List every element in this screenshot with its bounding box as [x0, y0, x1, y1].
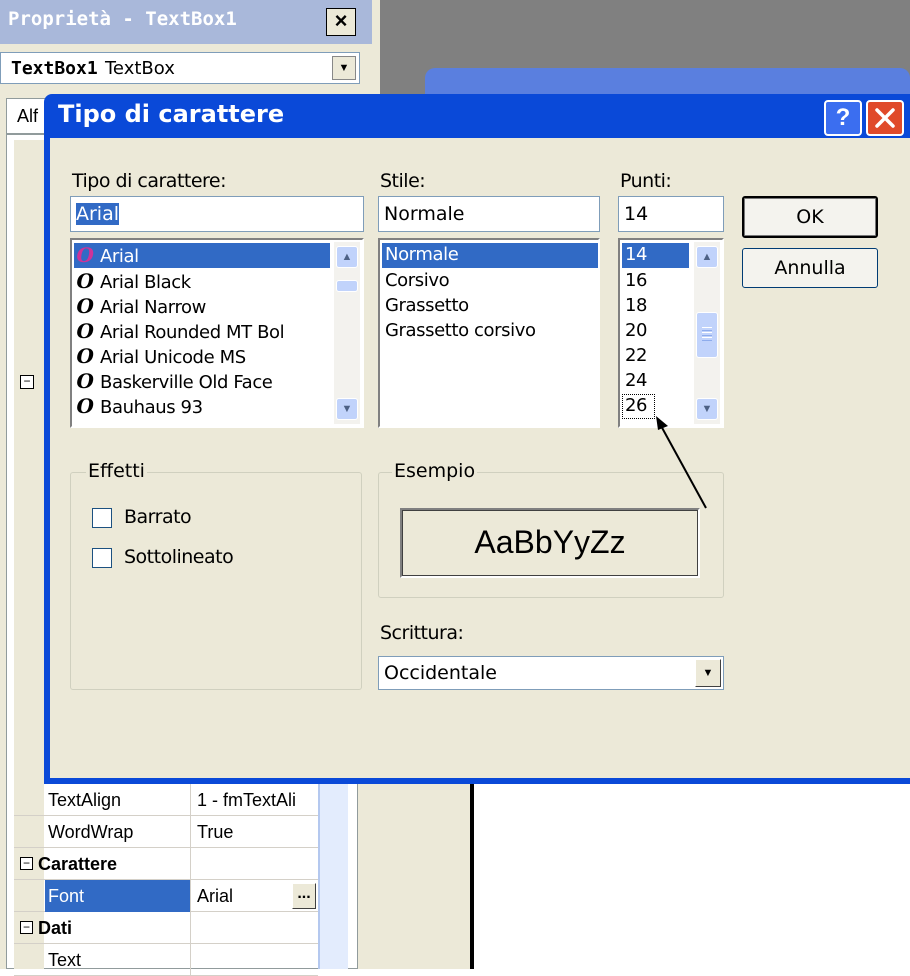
list-item[interactable]: Grassetto corsivo — [382, 319, 536, 344]
ok-button[interactable]: OK — [742, 196, 878, 238]
property-name: WordWrap — [48, 822, 134, 842]
script-select[interactable]: Occidentale ▼ — [378, 656, 724, 690]
effects-group — [70, 472, 362, 690]
category-row-dati[interactable]: − Dati — [14, 912, 318, 944]
close-icon — [875, 108, 895, 128]
properties-title: Proprietà - TextBox1 — [0, 0, 372, 44]
help-button[interactable]: ? — [824, 100, 862, 136]
size-label: Punti: — [620, 170, 672, 192]
list-item[interactable]: O Arial Black — [74, 269, 191, 294]
underline-label[interactable]: Sottolineato — [124, 546, 234, 568]
opentype-font-icon: O — [76, 269, 94, 293]
opentype-font-icon: O — [76, 294, 94, 318]
collapse-icon[interactable]: − — [20, 921, 33, 934]
list-item[interactable]: O Arial Narrow — [74, 294, 206, 319]
property-value[interactable] — [190, 944, 318, 976]
font-list-scrollbar[interactable]: ▲ ▼ — [334, 242, 360, 424]
object-type: TextBox — [105, 58, 175, 79]
chevron-down-icon[interactable]: ▼ — [332, 56, 356, 80]
font-ellipsis-button[interactable]: ... — [292, 883, 316, 909]
list-item[interactable]: O Arial Unicode MS — [74, 344, 246, 369]
font-list[interactable]: O Arial O Arial Black O Arial Narrow O Arial… — [70, 238, 364, 428]
opentype-font-icon: O — [76, 243, 94, 267]
dialog-title: Tipo di carattere — [58, 100, 285, 128]
list-item[interactable]: 20 — [622, 319, 648, 344]
property-row-textalign[interactable]: TextAlign 1 - fmTextAli — [14, 784, 318, 816]
chevron-down-icon[interactable]: ▼ — [695, 659, 721, 687]
list-item[interactable]: Normale — [382, 243, 598, 268]
property-name: Text — [48, 950, 82, 970]
object-name: TextBox1 — [11, 58, 98, 79]
list-item[interactable]: O Arial Rounded MT Bol — [74, 319, 330, 344]
object-selector[interactable]: TextBox1 TextBox ▼ — [0, 52, 360, 84]
scroll-up-icon[interactable]: ▲ — [336, 246, 358, 268]
strikeout-checkbox[interactable] — [92, 508, 112, 528]
opentype-font-icon: O — [76, 319, 94, 343]
style-list[interactable]: Normale Corsivo Grassetto Grassetto cors… — [378, 238, 600, 428]
list-item[interactable]: Grassetto — [382, 294, 469, 319]
property-row-text[interactable]: Text — [14, 944, 318, 976]
properties-close-button[interactable]: × — [326, 8, 356, 36]
font-input-value: Arial — [76, 203, 120, 225]
property-name: Font — [45, 880, 190, 912]
opentype-font-icon: O — [76, 369, 94, 393]
list-item[interactable]: O Bauhaus 93 — [74, 394, 203, 419]
size-input[interactable]: 14 — [618, 196, 724, 232]
annotation-arrow — [656, 416, 707, 509]
list-item[interactable]: 14 — [622, 243, 689, 268]
list-item[interactable]: O Arial — [74, 243, 330, 268]
size-list-scrollbar[interactable]: ▲ ▼ — [694, 242, 720, 424]
property-name: TextAlign — [48, 790, 122, 810]
property-row-font[interactable]: Font Arial ... — [14, 880, 318, 912]
list-item[interactable]: 18 — [622, 294, 648, 319]
list-item[interactable]: 16 — [622, 269, 648, 294]
collapse-icon[interactable]: − — [20, 375, 34, 389]
collapse-icon[interactable]: − — [20, 857, 33, 870]
font-label: Tipo di carattere: — [72, 170, 227, 192]
opentype-font-icon: O — [76, 344, 94, 368]
opentype-font-icon: O — [76, 394, 94, 418]
effects-label: Effetti — [86, 460, 147, 482]
script-label: Scrittura: — [380, 622, 464, 644]
strikeout-label[interactable]: Barrato — [124, 506, 192, 528]
scroll-thumb[interactable] — [696, 312, 718, 358]
arrow-head-icon — [656, 416, 668, 430]
userform-canvas — [470, 780, 910, 969]
list-item[interactable]: O Baskerville Old Face — [74, 369, 272, 394]
category-name: Dati — [38, 918, 73, 938]
property-value[interactable]: True — [190, 816, 318, 848]
category-name: Carattere — [38, 854, 118, 874]
userform-frame — [372, 780, 470, 969]
property-value — [190, 912, 318, 944]
scroll-up-icon[interactable]: ▲ — [696, 246, 718, 268]
style-input[interactable]: Normale — [378, 196, 600, 232]
close-button[interactable] — [866, 100, 904, 136]
cancel-button[interactable]: Annulla — [742, 248, 878, 288]
list-item[interactable]: Corsivo — [382, 269, 450, 294]
property-value[interactable]: 1 - fmTextAli — [190, 784, 318, 816]
scroll-thumb[interactable] — [336, 280, 358, 292]
property-value — [190, 848, 318, 880]
property-row-wordwrap[interactable]: WordWrap True — [14, 816, 318, 848]
underline-checkbox[interactable] — [92, 548, 112, 568]
scroll-down-icon[interactable]: ▼ — [336, 398, 358, 420]
style-label: Stile: — [380, 170, 426, 192]
list-item[interactable]: 22 — [622, 344, 648, 369]
font-value: Arial — [197, 886, 234, 906]
category-row-carattere[interactable]: − Carattere — [14, 848, 318, 880]
sample-label: Esempio — [392, 460, 478, 482]
font-input[interactable]: Arial — [70, 196, 364, 232]
script-value: Occidentale — [384, 662, 497, 684]
list-item[interactable]: 24 — [622, 369, 648, 394]
